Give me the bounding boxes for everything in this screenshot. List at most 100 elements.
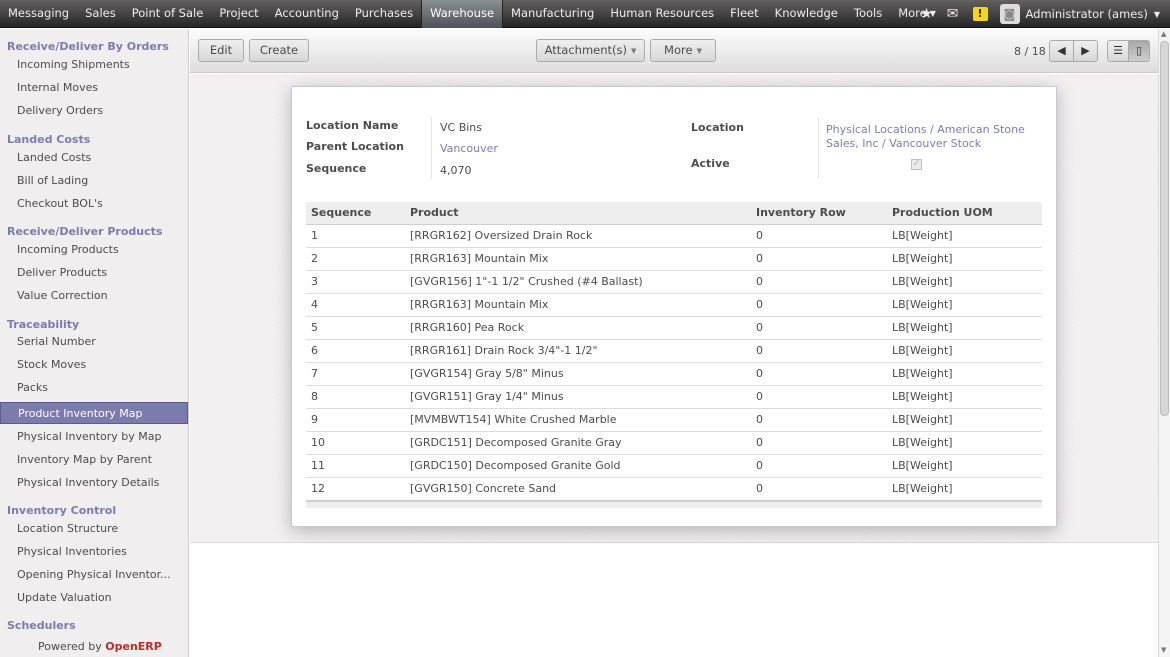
- table-row[interactable]: 11 [GRDC150] Decomposed Granite Gold 0 L…: [306, 454, 1042, 478]
- scroll-up-icon[interactable]: ▲: [1161, 30, 1166, 38]
- openerp-logo-link[interactable]: OpenERP: [105, 640, 162, 653]
- sidebar-item-opening-physical-inventory[interactable]: Opening Physical Inventor...: [0, 564, 188, 586]
- sidebar-item-stock-moves[interactable]: Stock Moves: [0, 354, 188, 376]
- sidebar-item-deliver-products[interactable]: Deliver Products: [0, 262, 188, 284]
- user-chevron-down-icon[interactable]: ▼: [1154, 10, 1160, 19]
- table-row[interactable]: 10 [GRDC151] Decomposed Granite Gray 0 L…: [306, 431, 1042, 455]
- alert-icon[interactable]: !: [972, 7, 988, 21]
- cell-product: [GVGR151] Gray 1/4" Minus: [405, 385, 751, 409]
- table-row[interactable]: 12 [GVGR150] Concrete Sand 0 LB[Weight]: [306, 477, 1042, 501]
- sidebar-item-serial-number[interactable]: Serial Number: [0, 331, 188, 353]
- location-link-line2[interactable]: Sales, Inc / Vancouver Stock: [826, 137, 981, 150]
- edit-button[interactable]: Edit: [198, 39, 244, 62]
- menu-project[interactable]: Project: [211, 0, 266, 28]
- sidebar-item-checkout-bols[interactable]: Checkout BOL's: [0, 193, 188, 215]
- sidebar-item-physical-inventory-details[interactable]: Physical Inventory Details: [0, 472, 188, 494]
- parent-location-link[interactable]: Vancouver: [440, 142, 498, 155]
- location-name-label: Location Name: [306, 119, 399, 132]
- table-row[interactable]: 8 [GVGR151] Gray 1/4" Minus 0 LB[Weight]: [306, 385, 1042, 409]
- cell-production-uom: LB[Weight]: [887, 316, 1042, 340]
- cell-production-uom: LB[Weight]: [887, 270, 1042, 294]
- sidebar-item-physical-inventory-by-map[interactable]: Physical Inventory by Map: [0, 426, 188, 448]
- table-row[interactable]: 9 [MVMBWT154] White Crushed Marble 0 LB[…: [306, 408, 1042, 432]
- table-row[interactable]: 5 [RRGR160] Pea Rock 0 LB[Weight]: [306, 316, 1042, 340]
- sidebar-item-incoming-products[interactable]: Incoming Products: [0, 239, 188, 261]
- table-row[interactable]: 3 [GVGR156] 1"-1 1/2" Crushed (#4 Ballas…: [306, 270, 1042, 294]
- scroll-down-icon[interactable]: ▼: [1161, 646, 1166, 654]
- menu-manufacturing[interactable]: Manufacturing: [503, 0, 602, 28]
- sidebar-item-packs[interactable]: Packs: [0, 377, 188, 399]
- cell-production-uom: LB[Weight]: [887, 431, 1042, 455]
- cell-inventory-row: 0: [751, 408, 887, 432]
- menu-point-of-sale[interactable]: Point of Sale: [124, 0, 212, 28]
- cell-inventory-row: 0: [751, 270, 887, 294]
- table-row[interactable]: 4 [RRGR163] Mountain Mix 0 LB[Weight]: [306, 293, 1042, 317]
- sidebar-item-physical-inventories[interactable]: Physical Inventories: [0, 541, 188, 563]
- column-header-production-uom[interactable]: Production UOM: [887, 202, 1042, 225]
- cell-product: [GVGR154] Gray 5/8" Minus: [405, 362, 751, 386]
- previous-record-button[interactable]: ◀: [1049, 40, 1074, 62]
- cell-product: [RRGR163] Mountain Mix: [405, 293, 751, 317]
- sequence-value: 4,070: [440, 164, 472, 177]
- powered-by-label: Powered by: [38, 640, 102, 653]
- cell-sequence: 12: [306, 477, 405, 501]
- sidebar-item-delivery-orders[interactable]: Delivery Orders: [0, 100, 188, 122]
- next-record-button[interactable]: ▶: [1073, 40, 1098, 62]
- top-menu: Messaging Sales Point of Sale Project Ac…: [0, 0, 944, 28]
- cell-production-uom: LB[Weight]: [887, 454, 1042, 478]
- menu-human-resources[interactable]: Human Resources: [602, 0, 722, 28]
- table-row[interactable]: 2 [RRGR163] Mountain Mix 0 LB[Weight]: [306, 247, 1042, 271]
- sidebar-item-value-correction[interactable]: Value Correction: [0, 285, 188, 307]
- cell-product: [RRGR161] Drain Rock 3/4"-1 1/2": [405, 339, 751, 363]
- table-row[interactable]: 7 [GVGR154] Gray 5/8" Minus 0 LB[Weight]: [306, 362, 1042, 386]
- sidebar-item-location-structure[interactable]: Location Structure: [0, 518, 188, 540]
- sidebar-item-bill-of-lading[interactable]: Bill of Lading: [0, 170, 188, 192]
- menu-accounting[interactable]: Accounting: [267, 0, 347, 28]
- table-row[interactable]: 1 [RRGR162] Oversized Drain Rock 0 LB[We…: [306, 224, 1042, 248]
- cell-product: [RRGR162] Oversized Drain Rock: [405, 224, 751, 248]
- cell-inventory-row: 0: [751, 339, 887, 363]
- menu-warehouse[interactable]: Warehouse: [421, 0, 504, 28]
- menu-messaging[interactable]: Messaging: [0, 0, 77, 28]
- column-header-sequence[interactable]: Sequence: [306, 202, 405, 225]
- sidebar-item-landed-costs[interactable]: Landed Costs: [0, 147, 188, 169]
- form-view-button[interactable]: ▯: [1128, 40, 1150, 62]
- menu-knowledge[interactable]: Knowledge: [767, 0, 846, 28]
- cell-product: [GVGR150] Concrete Sand: [405, 477, 751, 501]
- star-icon[interactable]: ★: [920, 6, 933, 22]
- sidebar-item-update-valuation[interactable]: Update Valuation: [0, 587, 188, 609]
- chevron-down-icon: ▼: [696, 47, 702, 55]
- menu-fleet[interactable]: Fleet: [722, 0, 766, 28]
- cell-production-uom: LB[Weight]: [887, 247, 1042, 271]
- cell-product: [RRGR163] Mountain Mix: [405, 247, 751, 271]
- menu-sales[interactable]: Sales: [77, 0, 124, 28]
- sidebar-item-incoming-shipments[interactable]: Incoming Shipments: [0, 54, 188, 76]
- parent-location-label: Parent Location: [306, 140, 404, 153]
- user-menu[interactable]: Administrator (ames): [1026, 7, 1148, 21]
- column-header-inventory-row[interactable]: Inventory Row: [751, 202, 887, 225]
- avatar[interactable]: ◙: [999, 4, 1020, 24]
- more-button[interactable]: More ▼: [650, 39, 716, 62]
- sidebar-item-internal-moves[interactable]: Internal Moves: [0, 77, 188, 99]
- mail-icon[interactable]: ✉: [947, 6, 959, 22]
- column-header-product[interactable]: Product: [405, 202, 751, 225]
- pager-counter[interactable]: 8 / 18: [1014, 45, 1046, 58]
- vertical-scrollbar[interactable]: ▲ ▼: [1158, 29, 1170, 657]
- active-checkbox[interactable]: ✓: [911, 159, 922, 170]
- location-link-line1[interactable]: Physical Locations / American Stone: [826, 123, 1025, 136]
- sidebar-item-product-inventory-map[interactable]: Product Inventory Map: [0, 402, 188, 424]
- sidebar-item-inventory-map-by-parent[interactable]: Inventory Map by Parent: [0, 449, 188, 471]
- cell-sequence: 10: [306, 431, 405, 455]
- table-row[interactable]: 6 [RRGR161] Drain Rock 3/4"-1 1/2" 0 LB[…: [306, 339, 1042, 363]
- cell-sequence: 6: [306, 339, 405, 363]
- more-label: More: [664, 43, 693, 57]
- attachments-button[interactable]: Attachment(s) ▼: [536, 39, 645, 62]
- menu-purchases[interactable]: Purchases: [347, 0, 421, 28]
- list-view-button[interactable]: ☰: [1107, 40, 1129, 62]
- cell-sequence: 5: [306, 316, 405, 340]
- create-button[interactable]: Create: [249, 39, 309, 62]
- menu-tools[interactable]: Tools: [846, 0, 890, 28]
- cell-sequence: 7: [306, 362, 405, 386]
- scrollbar-thumb[interactable]: [1160, 41, 1169, 416]
- arrow-left-icon: ◀: [1057, 44, 1066, 57]
